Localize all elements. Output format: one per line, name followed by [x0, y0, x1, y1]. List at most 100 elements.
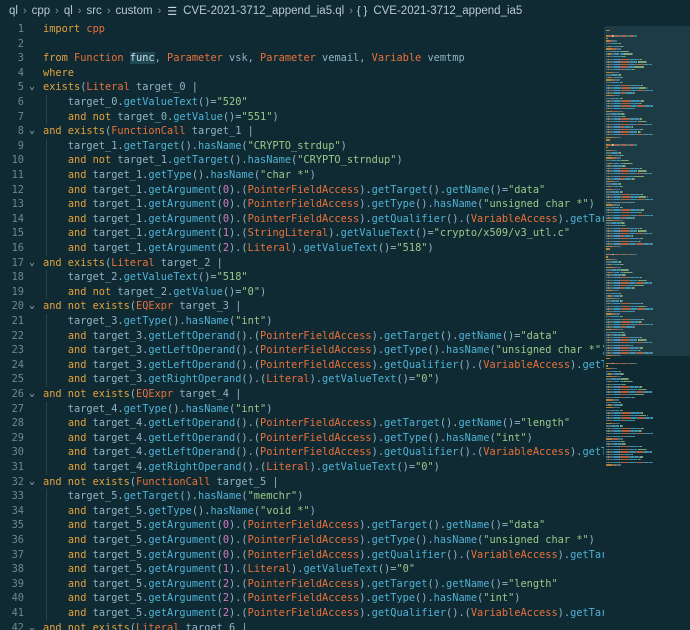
code-line[interactable]: 28 and target_4.getLeftOperand().(Pointe… [0, 416, 604, 431]
code-token: ). [309, 373, 323, 386]
code-token: VariableAccess [470, 607, 558, 619]
code-editor[interactable]: 1 import cpp 2 3 from Function func, Paramet… [0, 22, 604, 630]
code-line[interactable]: 34 and target_5.getType().hasName("void … [0, 504, 604, 519]
minimap-line [615, 79, 621, 81]
code-line[interactable]: 36 and target_5.getArgument(0).(PointerF… [0, 533, 604, 548]
minimap-line [618, 438, 624, 440]
minimap-line [621, 427, 630, 430]
code-text: and target_1.getArgument(2).(Literal).ge… [43, 241, 434, 256]
code-token: target_2. [111, 285, 174, 298]
code-line[interactable]: 12 and target_1.getArgument(0).(PointerF… [0, 183, 604, 198]
chevron-down-icon[interactable]: ⌄ [29, 621, 35, 630]
chevron-down-icon[interactable]: ⌄ [29, 80, 35, 95]
chevron-right-icon: › [349, 5, 353, 17]
chevron-down-icon[interactable]: ⌄ [29, 124, 35, 139]
code-line[interactable]: 23 and target_3.getLeftOperand().(Pointe… [0, 343, 604, 358]
code-line[interactable]: 41 and target_5.getArgument(2).(PointerF… [0, 606, 604, 621]
code-line[interactable]: 22 and target_3.getLeftOperand().(Pointe… [0, 329, 604, 344]
breadcrumb-segment[interactable]: cpp [32, 5, 51, 17]
code-line[interactable]: 11 and target_1.getType().hasName("char … [0, 168, 604, 183]
chevron-down-icon[interactable]: ⌄ [29, 256, 35, 271]
breadcrumb-segment[interactable]: ql [64, 5, 73, 17]
code-text: and target_5.getArgument(0).(PointerFiel… [43, 518, 545, 533]
code-line[interactable]: 1 import cpp [0, 22, 604, 37]
code-line[interactable]: 26 ⌄ and not exists(EQExpr target_4 | [0, 387, 604, 402]
code-line[interactable]: 5 ⌄ exists(Literal target_0 | [0, 80, 604, 95]
code-line[interactable]: 17 ⌄ and exists(Literal target_2 | [0, 256, 604, 271]
code-line[interactable]: 31 and target_4.getRightOperand().(Liter… [0, 460, 604, 475]
code-line[interactable]: 20 ⌄ and not exists(EQExpr target_3 | [0, 299, 604, 314]
code-token: ()= [396, 461, 416, 473]
code-line[interactable]: 19 and not target_2.getValue()="0") [0, 285, 604, 300]
code-text: and not target_0.getValue()="551") [43, 110, 279, 125]
minimap-line [639, 386, 643, 388]
code-line[interactable]: 21 target_3.getType().hasName("int") [0, 314, 604, 329]
code-line[interactable]: 7 and not target_0.getValue()="551") [0, 110, 604, 125]
breadcrumb-symbol[interactable]: CVE-2021-3712_append_ia5 [373, 5, 522, 17]
code-token: ().( [446, 212, 471, 225]
code-token: target_5. [86, 592, 149, 605]
line-number: 25 [11, 373, 24, 386]
code-line[interactable]: 29 and target_4.getLeftOperand().(Pointe… [0, 431, 604, 446]
line-number: 27 [11, 402, 24, 415]
code-line[interactable]: 27 target_4.getType().hasName("int") [0, 402, 604, 417]
chevron-down-icon[interactable]: ⌄ [29, 475, 35, 490]
line-number: 38 [11, 563, 24, 576]
line-number: 5 [17, 81, 24, 94]
code-token: PointerFieldAccess [247, 548, 360, 561]
code-token: where [43, 66, 74, 79]
code-line[interactable]: 30 and target_4.getLeftOperand().(Pointe… [0, 445, 604, 460]
code-token: ).( [229, 607, 248, 619]
code-token: VariableAccess [483, 358, 571, 371]
code-line[interactable]: 18 target_2.getValueText()="518" [0, 270, 604, 285]
code-token: ) [272, 110, 279, 123]
code-line[interactable]: 15 and target_1.getArgument(1).(StringLi… [0, 226, 604, 241]
code-line[interactable]: 40 and target_5.getArgument(2).(PointerF… [0, 591, 604, 606]
breadcrumb-segment[interactable]: custom [115, 5, 152, 17]
minimap-line [639, 277, 643, 279]
minimap-line [620, 336, 629, 339]
line-number: 11 [11, 169, 24, 181]
breadcrumb-file[interactable]: CVE-2021-3712_append_ia5.ql [183, 5, 344, 17]
code-token: PointerFieldAccess [260, 446, 372, 459]
code-line[interactable]: 6 target_0.getValueText()="520" [0, 95, 604, 110]
code-token: "CRYPTO_strndup" [297, 154, 397, 167]
code-text: and target_3.getLeftOperand().(PointerFi… [43, 329, 558, 344]
minimap-line [621, 321, 630, 323]
minimap-line [637, 388, 646, 391]
code-token: and not [67, 110, 112, 123]
minimap-line [637, 279, 646, 281]
code-line[interactable]: 4 where [0, 66, 604, 81]
code-line[interactable]: 35 and target_5.getArgument(0).(PointerF… [0, 518, 604, 533]
code-line[interactable]: 16 and target_1.getArgument(2).(Literal)… [0, 241, 604, 256]
code-line[interactable]: 8 ⌄ and exists(FunctionCall target_1 | [0, 124, 604, 139]
code-line[interactable]: 42 ⌄ and not exists(Literal target_6 | [0, 621, 604, 630]
code-token: ). [557, 548, 571, 561]
chevron-down-icon[interactable]: ⌄ [29, 299, 35, 314]
code-line[interactable]: 25 and target_3.getRightOperand().(Liter… [0, 372, 604, 387]
code-line[interactable]: 9 target_1.getTarget().hasName("CRYPTO_s… [0, 139, 604, 154]
code-line[interactable]: 2 [0, 37, 604, 52]
minimap-line [620, 58, 629, 60]
code-line[interactable]: 38 and target_5.getArgument(1).(Literal)… [0, 562, 604, 577]
line-number: 21 [11, 315, 24, 327]
minimap[interactable] [604, 22, 690, 630]
code-line[interactable]: 39 and target_5.getArgument(2).(PointerF… [0, 577, 604, 592]
code-token: ). [359, 592, 372, 605]
breadcrumb-segment[interactable]: ql [9, 5, 18, 17]
code-line[interactable]: 24 and target_3.getLeftOperand().(Pointe… [0, 358, 604, 373]
code-line[interactable]: 10 and not target_1.getTarget().hasName(… [0, 153, 604, 168]
breadcrumb-segment[interactable]: src [86, 5, 101, 17]
code-line[interactable]: 37 and target_5.getArgument(0).(PointerF… [0, 548, 604, 563]
code-token: hasName [210, 504, 254, 517]
code-line[interactable]: 32 ⌄ and not exists(FunctionCall target_5 … [0, 475, 604, 490]
code-token: (). [229, 154, 248, 167]
code-token: getArgument [148, 563, 217, 576]
minimap-line [639, 58, 643, 60]
code-line[interactable]: 3 from Function func, Parameter vsk, Para… [0, 51, 604, 66]
code-line[interactable]: 33 target_5.getTarget().hasName("memchr"… [0, 489, 604, 504]
code-line[interactable]: 14 and target_1.getArgument(0).(PointerF… [0, 212, 604, 227]
chevron-down-icon[interactable]: ⌄ [29, 387, 35, 402]
minimap-line [640, 427, 645, 430]
code-line[interactable]: 13 and target_1.getArgument(0).(PointerF… [0, 197, 604, 212]
